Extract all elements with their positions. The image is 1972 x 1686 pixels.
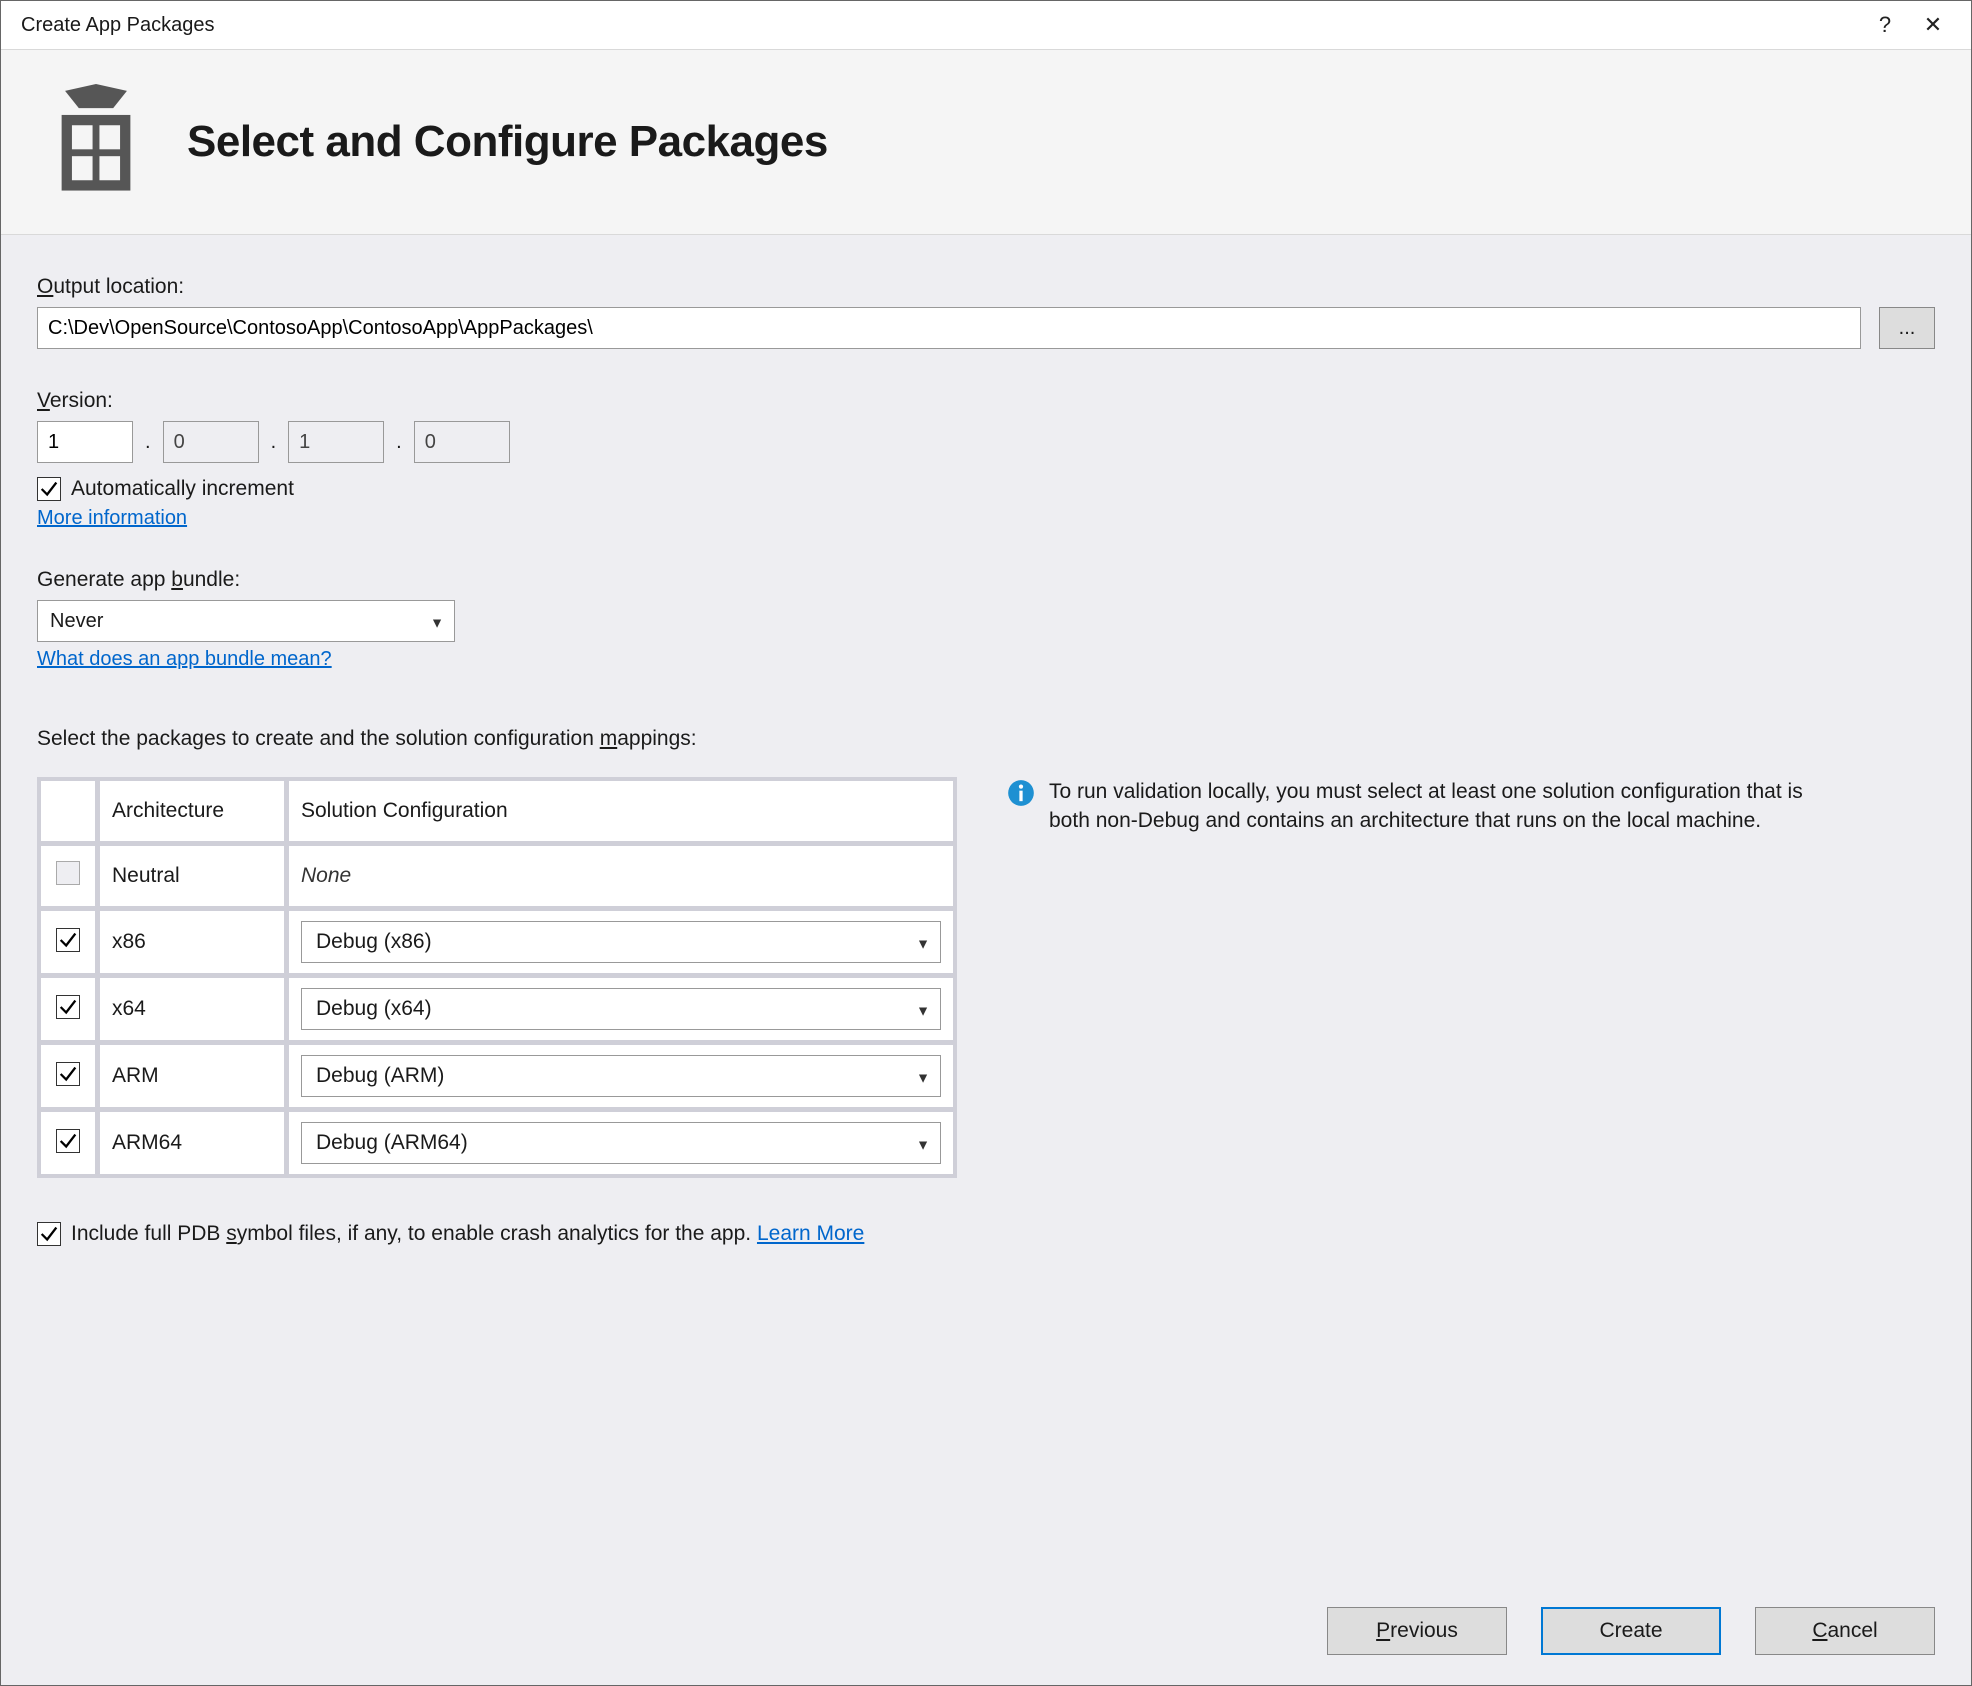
table-row: x86 Debug (x86) ▼ [40, 910, 954, 974]
package-row-checkbox [56, 861, 80, 885]
chevron-down-icon: ▼ [430, 615, 444, 631]
help-button[interactable]: ? [1861, 7, 1909, 43]
architecture-cell: x64 [99, 977, 285, 1041]
solution-config-value: Debug (ARM) [316, 1064, 444, 1088]
output-location-label: Output location: [37, 275, 1935, 299]
packages-table: Architecture Solution Configuration Neut… [37, 777, 957, 1178]
solution-config-dropdown[interactable]: Debug (x86) ▼ [301, 921, 941, 963]
wizard-header: Select and Configure Packages [1, 49, 1971, 235]
dialog-window: Create App Packages ? ✕ Select and Confi… [0, 0, 1972, 1686]
package-row-checkbox[interactable] [56, 928, 80, 952]
solution-config-dropdown[interactable]: Debug (ARM64) ▼ [301, 1122, 941, 1164]
package-row-checkbox[interactable] [56, 995, 80, 1019]
solution-config-dropdown[interactable]: Debug (ARM) ▼ [301, 1055, 941, 1097]
package-row-checkbox[interactable] [56, 1129, 80, 1153]
browse-button[interactable]: ... [1879, 307, 1935, 349]
bundle-help-link[interactable]: What does an app bundle mean? [37, 648, 1935, 671]
auto-increment-checkbox[interactable] [37, 477, 61, 501]
table-row: ARM Debug (ARM) ▼ [40, 1044, 954, 1108]
checkmark-icon [57, 996, 79, 1018]
help-icon: ? [1879, 12, 1891, 38]
chevron-down-icon: ▼ [916, 1070, 930, 1086]
pdb-learn-more-link[interactable]: Learn More [757, 1222, 864, 1245]
table-row: ARM64 Debug (ARM64) ▼ [40, 1111, 954, 1175]
version-more-info-link[interactable]: More information [37, 507, 1935, 530]
solution-config-value: Debug (x64) [316, 997, 432, 1021]
checkmark-icon [57, 1130, 79, 1152]
solution-config-none: None [301, 864, 351, 887]
version-build-input[interactable] [288, 421, 384, 463]
bundle-label: Generate app bundle: [37, 568, 1935, 592]
architecture-cell: ARM64 [99, 1111, 285, 1175]
packages-instruction: Select the packages to create and the so… [37, 727, 1935, 751]
architecture-cell: ARM [99, 1044, 285, 1108]
close-button[interactable]: ✕ [1909, 7, 1957, 43]
table-row: Neutral None [40, 845, 954, 907]
version-label: Version: [37, 389, 1935, 413]
table-row: x64 Debug (x64) ▼ [40, 977, 954, 1041]
package-icon [41, 84, 151, 200]
output-location-input[interactable] [37, 307, 1861, 349]
chevron-down-icon: ▼ [916, 1003, 930, 1019]
include-pdb-checkbox[interactable] [37, 1222, 61, 1246]
bundle-dropdown[interactable]: Never ▼ [37, 600, 455, 642]
version-revision-input[interactable] [414, 421, 510, 463]
titlebar: Create App Packages ? ✕ [1, 1, 1971, 49]
solution-config-value: Debug (ARM64) [316, 1131, 468, 1155]
architecture-cell: Neutral [99, 845, 285, 907]
table-header-row: Architecture Solution Configuration [40, 780, 954, 842]
wizard-footer: Previous Create Cancel [1, 1607, 1971, 1685]
architecture-cell: x86 [99, 910, 285, 974]
version-minor-input[interactable] [163, 421, 259, 463]
previous-button[interactable]: Previous [1327, 1607, 1507, 1655]
solution-config-dropdown[interactable]: Debug (x64) ▼ [301, 988, 941, 1030]
auto-increment-label: Automatically increment [71, 477, 294, 501]
cancel-button[interactable]: Cancel [1755, 1607, 1935, 1655]
checkmark-icon [57, 1063, 79, 1085]
ellipsis-icon: ... [1899, 317, 1916, 340]
col-architecture-header: Architecture [99, 780, 285, 842]
page-heading: Select and Configure Packages [187, 117, 828, 167]
solution-config-value: Debug (x86) [316, 930, 432, 954]
info-icon [1007, 779, 1035, 807]
package-row-checkbox[interactable] [56, 1062, 80, 1086]
version-major-input[interactable] [37, 421, 133, 463]
validation-info-panel: To run validation locally, you must sele… [1007, 777, 1837, 1178]
wizard-body: Output location: ... Version: . . . Auto… [1, 235, 1971, 1607]
checkmark-icon [38, 478, 60, 500]
checkmark-icon [57, 929, 79, 951]
create-button[interactable]: Create [1541, 1607, 1721, 1655]
checkmark-icon [38, 1223, 60, 1245]
include-pdb-label: Include full PDB symbol files, if any, t… [71, 1222, 864, 1246]
bundle-dropdown-value: Never [50, 610, 103, 633]
validation-info-text: To run validation locally, you must sele… [1049, 777, 1837, 836]
window-title: Create App Packages [21, 14, 1861, 37]
chevron-down-icon: ▼ [916, 936, 930, 952]
close-icon: ✕ [1924, 12, 1942, 38]
chevron-down-icon: ▼ [916, 1137, 930, 1153]
col-solution-header: Solution Configuration [288, 780, 954, 842]
